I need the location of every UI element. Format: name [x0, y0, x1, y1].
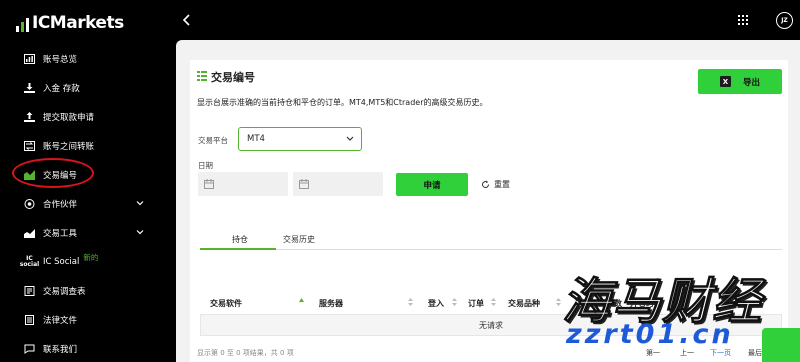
- apps-grid-icon[interactable]: [738, 15, 748, 25]
- sidebar-item-label: 交易工具: [43, 228, 78, 239]
- reset-button[interactable]: 重置: [481, 179, 510, 190]
- export-button-label: 导出: [742, 77, 760, 88]
- chevron-down-icon: [346, 136, 354, 141]
- avatar[interactable]: JZ: [776, 12, 793, 29]
- page-description: 显示台展示准确的当前持仓和平仓的订单。MT4,MT5和Ctrader的高级交易历…: [197, 98, 488, 107]
- search-button[interactable]: 申请: [396, 173, 468, 196]
- collapse-sidebar-chevron-icon[interactable]: [182, 14, 192, 26]
- partner-icon: [24, 198, 35, 209]
- chevron-down-icon[interactable]: [136, 228, 144, 236]
- column-header-server[interactable]: 服务器: [319, 298, 343, 309]
- top-bar: JZ: [168, 0, 800, 40]
- tools-icon: [24, 228, 35, 238]
- new-badge: 新的: [83, 253, 99, 262]
- table-info: 显示第 0 至 0 项结果，共 0 项: [197, 349, 294, 357]
- calendar-icon: [204, 179, 214, 189]
- platform-label: 交易平台: [198, 136, 228, 145]
- ic-markets-logo[interactable]: ICMarkets: [16, 12, 124, 32]
- sort-icon[interactable]: [491, 297, 496, 307]
- sidebar-item-ic-social[interactable]: IC social IC Social 新的: [0, 247, 168, 276]
- tab-trade-history[interactable]: 交易历史: [283, 234, 315, 245]
- sidebar-item-deposit[interactable]: 入金 存款: [0, 73, 168, 102]
- column-header-software[interactable]: 交易软件: [210, 298, 242, 309]
- highlight-annotation-ellipse: [12, 158, 94, 188]
- sidebar-item-account-overview[interactable]: 账号总览: [0, 44, 168, 73]
- withdraw-icon: [24, 111, 35, 122]
- platform-select-value: MT4: [247, 134, 265, 144]
- active-tab-indicator: [200, 248, 276, 250]
- tab-positions[interactable]: 持仓: [232, 234, 248, 245]
- ic-social-icon: IC social: [19, 254, 40, 268]
- survey-icon: [24, 285, 35, 296]
- logo-bars-icon: [16, 18, 29, 32]
- floating-chat-button[interactable]: [762, 328, 800, 362]
- tab-bar: 持仓 交易历史: [200, 230, 782, 250]
- sort-icon[interactable]: [452, 297, 457, 307]
- platform-select[interactable]: MT4: [238, 127, 362, 151]
- sort-asc-icon[interactable]: [299, 297, 304, 307]
- transfer-icon: [24, 140, 35, 151]
- sidebar-item-contact[interactable]: 联系我们: [0, 334, 168, 362]
- sidebar-item-trading-tools[interactable]: 交易工具: [0, 218, 168, 247]
- sidebar-nav: 账号总览 入金 存款 提交取款申请 账号之间转账 交易编号 合作伙伴 交易工具: [0, 44, 168, 362]
- contact-icon: [24, 344, 35, 354]
- sidebar-item-label: 交易调查表: [43, 286, 86, 297]
- page-title: 交易编号: [211, 71, 255, 84]
- sidebar-item-label: 法律文件: [43, 315, 78, 326]
- sidebar-item-partners[interactable]: 合作伙伴: [0, 189, 168, 218]
- sidebar-item-label: 账号总览: [43, 54, 78, 65]
- reset-label: 重置: [494, 180, 510, 189]
- logo-text: ICMarkets: [32, 13, 124, 33]
- sidebar-item-survey[interactable]: 交易调查表: [0, 276, 168, 305]
- date-label: 日期: [198, 161, 213, 170]
- sort-icon[interactable]: [408, 297, 413, 307]
- sidebar-item-label: 提交取款申请: [43, 112, 95, 123]
- chevron-down-icon[interactable]: [136, 199, 144, 207]
- list-icon: [197, 71, 207, 81]
- column-header-symbol[interactable]: 交易品种: [508, 298, 540, 309]
- calendar-icon: [299, 179, 309, 189]
- sidebar-item-withdraw[interactable]: 提交取款申请: [0, 102, 168, 131]
- start-date-input[interactable]: [198, 172, 288, 196]
- sort-icon[interactable]: [556, 297, 561, 307]
- sidebar-item-legal[interactable]: 法律文件: [0, 305, 168, 334]
- excel-icon: X: [719, 76, 731, 87]
- sidebar-item-label: 合作伙伴: [43, 199, 78, 210]
- column-header-order[interactable]: 订单: [468, 298, 484, 309]
- refresh-icon: [482, 180, 490, 188]
- sidebar-item-label: 入金 存款: [43, 83, 80, 94]
- pager-last[interactable]: 最后: [748, 348, 762, 358]
- export-button[interactable]: X 导出: [698, 69, 782, 94]
- deposit-icon: [24, 82, 35, 93]
- dashboard-icon: [24, 53, 35, 64]
- watermark-url: zzrt01.cn: [566, 319, 734, 350]
- sidebar-item-label: 联系我们: [43, 344, 78, 355]
- sidebar: ICMarkets 账号总览 入金 存款 提交取款申请 账号之间转账 交易编号 …: [0, 0, 168, 362]
- sidebar-item-label: 账号之间转账: [43, 141, 95, 152]
- legal-icon: [24, 314, 35, 325]
- end-date-input[interactable]: [293, 172, 383, 196]
- sidebar-item-label: IC Social: [43, 256, 80, 267]
- sidebar-item-transfer[interactable]: 账号之间转账: [0, 131, 168, 160]
- column-header-login[interactable]: 登入: [428, 298, 444, 309]
